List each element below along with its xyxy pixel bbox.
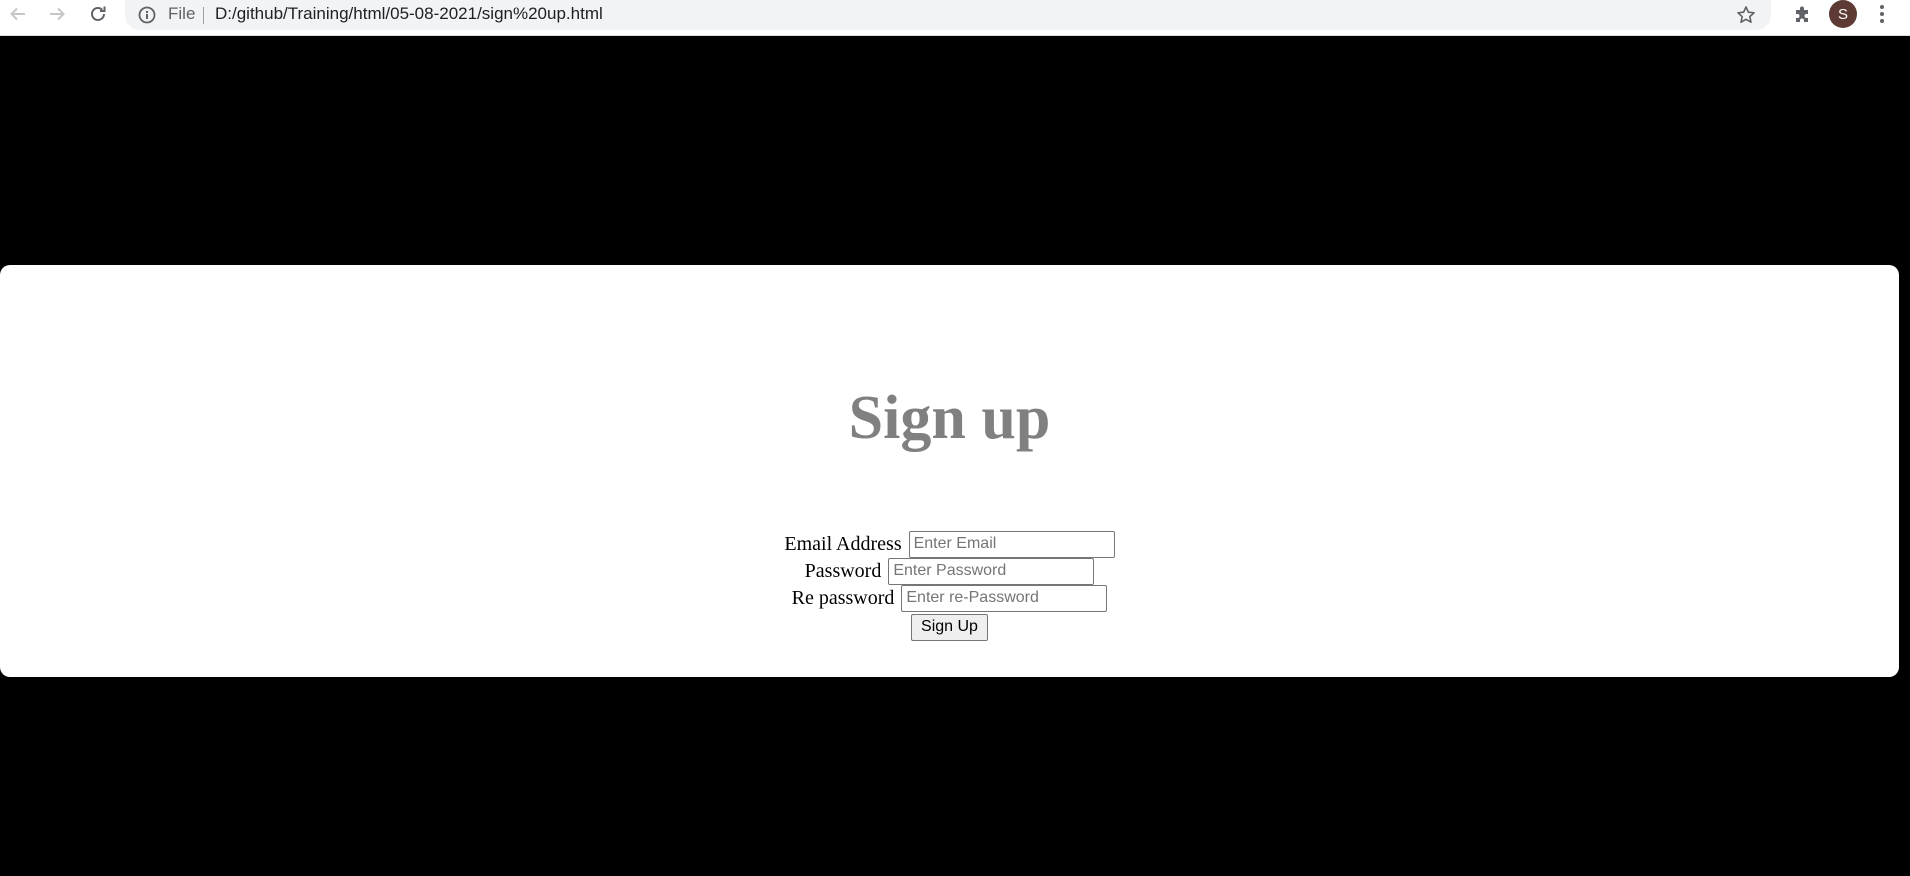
url-scheme-label: File: [168, 4, 196, 23]
repassword-label: Re password: [791, 586, 895, 609]
browser-toolbar: File D:/github/Training/html/05-08-2021/…: [0, 0, 1910, 36]
signup-card: Sign up Email Address Password Re passwo…: [0, 265, 1899, 677]
page-title: Sign up: [848, 384, 1051, 452]
repassword-field[interactable]: [901, 584, 1108, 612]
kebab-menu-icon: [1880, 5, 1884, 23]
email-row: Email Address: [0, 530, 1899, 558]
address-bar[interactable]: File D:/github/Training/html/05-08-2021/…: [125, 0, 1771, 30]
email-field[interactable]: [908, 530, 1115, 558]
back-button[interactable]: [0, 0, 36, 28]
arrow-right-icon: [50, 7, 65, 21]
password-row: Password: [0, 557, 1899, 585]
repassword-row: Re password: [0, 584, 1899, 612]
bookmark-button[interactable]: [1735, 4, 1757, 26]
email-label: Email Address: [784, 532, 902, 555]
reload-icon: [91, 6, 106, 21]
password-field[interactable]: [888, 557, 1095, 585]
extensions-button[interactable]: [1790, 1, 1816, 27]
forward-button[interactable]: [39, 0, 75, 28]
info-icon[interactable]: [137, 5, 157, 30]
signup-button[interactable]: Sign Up: [911, 613, 988, 641]
password-label: Password: [804, 559, 882, 582]
signup-form: Email Address Password Re password Sign …: [0, 530, 1899, 641]
submit-row: Sign Up: [0, 613, 1899, 641]
menu-button[interactable]: [1872, 1, 1892, 27]
reload-button[interactable]: [80, 0, 116, 28]
url-separator: [203, 7, 204, 24]
puzzle-icon: [1796, 6, 1808, 22]
url-text[interactable]: D:/github/Training/html/05-08-2021/sign%…: [215, 4, 603, 24]
profile-avatar[interactable]: S: [1829, 0, 1857, 28]
arrow-left-icon: [10, 7, 25, 21]
star-icon: [1737, 6, 1755, 23]
